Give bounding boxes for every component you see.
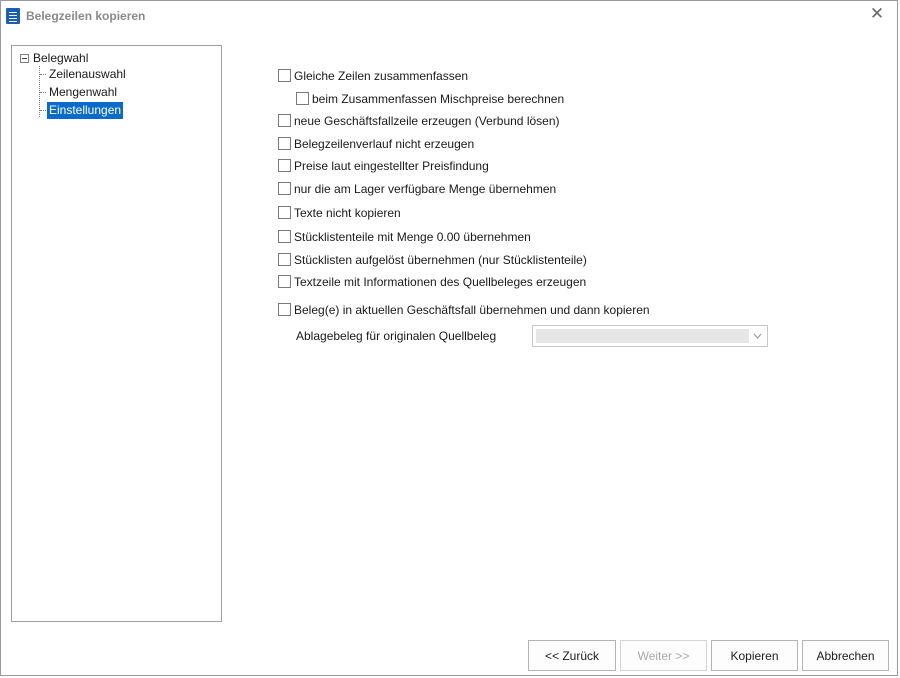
copy-button[interactable]: Kopieren [711, 640, 798, 671]
checkbox-label: Gleiche Zeilen zusammenfassen [294, 69, 469, 83]
next-button[interactable]: Weiter >> [620, 640, 707, 671]
checkbox[interactable] [278, 182, 291, 195]
close-button[interactable]: ✕ [867, 4, 887, 24]
tree-connector-line [40, 74, 46, 75]
checkbox-label: Preise laut eingestellter Preisfindung [294, 159, 489, 173]
checkbox-label: Beleg(e) in aktuellen Geschäftsfall über… [294, 303, 650, 317]
checkbox-label: Texte nicht kopieren [294, 206, 401, 220]
checkbox[interactable] [278, 69, 291, 82]
collapse-icon[interactable] [20, 54, 29, 63]
checkbox[interactable] [278, 275, 291, 288]
checkbox-label: nur die am Lager verfügbare Menge überne… [294, 182, 557, 196]
checkbox[interactable] [278, 114, 291, 127]
tree-node-label: Belegwahl [33, 51, 89, 65]
document-icon [6, 8, 20, 24]
navigation-tree: Belegwahl Zeilenauswahl Mengenwahl Einst… [11, 45, 222, 622]
checkbox-label: neue Geschäftsfallzeile erzeugen (Verbun… [294, 114, 560, 128]
checkbox[interactable] [278, 253, 291, 266]
tree-connector-line [40, 110, 46, 111]
ablagebeleg-select[interactable] [532, 325, 768, 347]
chevron-down-icon[interactable] [750, 328, 765, 344]
tree-item-label[interactable]: Mengenwahl [47, 84, 119, 101]
tree-item-label[interactable]: Einstellungen [47, 102, 124, 119]
window-title: Belegzeilen kopieren [26, 9, 146, 23]
checkbox-label: Stücklisten aufgelöst übernehmen (nur St… [294, 253, 587, 267]
checkbox-label: Textzeile mit Informationen des Quellbel… [294, 275, 587, 289]
cancel-button[interactable]: Abbrechen [802, 640, 889, 671]
ablagebeleg-label: Ablagebeleg für originalen Quellbeleg [296, 329, 497, 343]
checkbox[interactable] [278, 206, 291, 219]
checkbox-label: beim Zusammenfassen Mischpreise berechne… [312, 92, 565, 106]
checkbox[interactable] [296, 92, 309, 105]
back-button[interactable]: << Zurück [528, 640, 616, 671]
tree-connector-line [40, 92, 46, 93]
checkbox[interactable] [278, 303, 291, 316]
ablagebeleg-value [536, 329, 749, 343]
checkbox[interactable] [278, 159, 291, 172]
checkbox[interactable] [278, 230, 291, 243]
checkbox[interactable] [278, 137, 291, 150]
title-bar: Belegzeilen kopieren ✕ [1, 1, 897, 29]
checkbox-label: Stücklistenteile mit Menge 0.00 übernehm… [294, 230, 531, 244]
tree-item-label[interactable]: Zeilenauswahl [47, 66, 128, 83]
checkbox-label: Belegzeilenverlauf nicht erzeugen [294, 137, 475, 151]
dialog-window: Belegzeilen kopieren ✕ Belegwahl Zeilena… [0, 0, 898, 676]
